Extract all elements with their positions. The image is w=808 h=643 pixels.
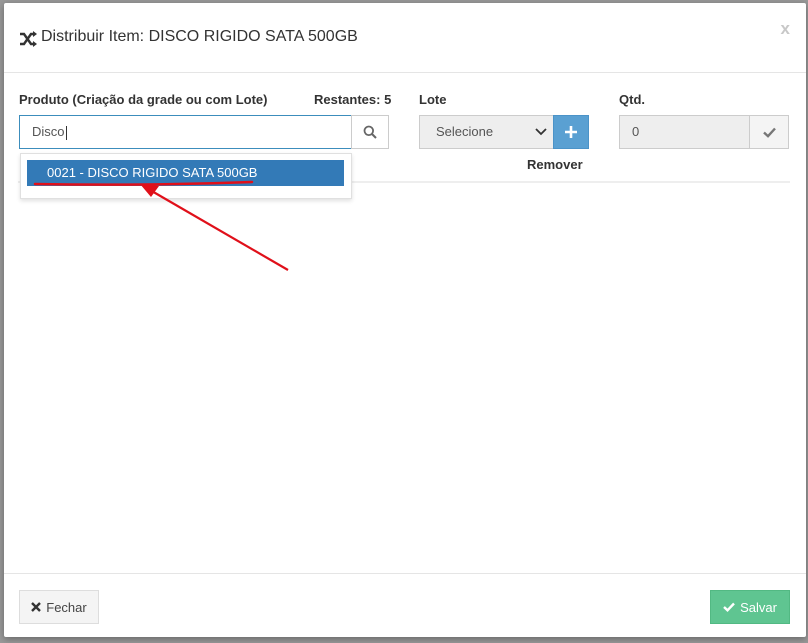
qtd-input[interactable]: 0	[619, 115, 750, 149]
times-icon	[31, 602, 42, 612]
salvar-button[interactable]: Salvar	[710, 590, 790, 624]
search-icon	[363, 125, 377, 139]
autocomplete-item[interactable]: 0021 - DISCO RIGIDO SATA 500GB	[27, 160, 344, 186]
modal-header: Distribuir Item: DISCO RIGIDO SATA 500GB…	[4, 3, 806, 73]
produto-search-input[interactable]: Disco	[19, 115, 352, 149]
autocomplete-dropdown: 0021 - DISCO RIGIDO SATA 500GB	[20, 153, 352, 199]
table-header-remover: Remover	[527, 157, 583, 172]
produto-search-value: Disco	[32, 124, 65, 139]
modal-footer: Fechar Salvar	[4, 573, 806, 637]
add-lote-button[interactable]	[553, 115, 589, 149]
fechar-label: Fechar	[46, 599, 87, 615]
confirm-qtd-button[interactable]	[749, 115, 789, 149]
produto-label: Produto (Criação da grade ou com Lote)	[19, 92, 268, 107]
fechar-button[interactable]: Fechar	[19, 590, 99, 624]
lote-label: Lote	[419, 92, 447, 107]
distribuir-item-modal: Distribuir Item: DISCO RIGIDO SATA 500GB…	[4, 3, 806, 637]
check-icon	[723, 602, 735, 612]
plus-icon	[565, 126, 577, 138]
modal-title: Distribuir Item: DISCO RIGIDO SATA 500GB	[41, 28, 358, 45]
lote-select[interactable]: Selecione	[419, 115, 554, 149]
shuffle-icon	[20, 31, 37, 47]
salvar-label: Salvar	[740, 599, 777, 615]
chevron-down-icon	[535, 128, 547, 136]
qtd-label: Qtd.	[619, 92, 645, 107]
restantes-label: Restantes: 5	[314, 92, 392, 107]
check-icon	[762, 127, 776, 138]
produto-search-button[interactable]	[351, 115, 389, 149]
close-icon[interactable]: x	[781, 19, 790, 39]
lote-selected-value: Selecione	[436, 124, 494, 139]
